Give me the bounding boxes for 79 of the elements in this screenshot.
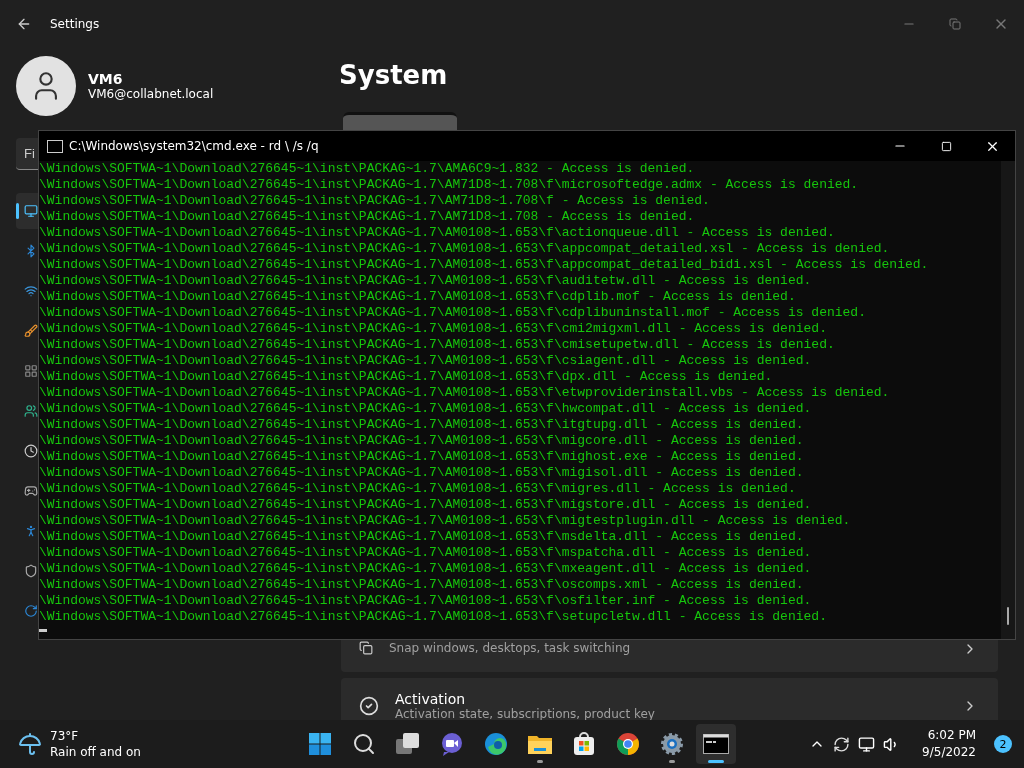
window-title: Settings bbox=[50, 17, 100, 31]
gamepad-icon bbox=[24, 484, 38, 498]
maximize-icon bbox=[940, 140, 952, 152]
chat-icon bbox=[440, 732, 464, 756]
umbrella-icon[interactable] bbox=[18, 732, 42, 756]
windows-icon bbox=[359, 641, 373, 655]
person-icon bbox=[24, 524, 38, 538]
user-email: VM6@collabnet.local bbox=[88, 87, 214, 101]
console-line: \Windows\SOFTWA~1\Download\276645~1\inst\PACKAG~1.7\AM0108~1.653\f\migisol.dll - Access is denied. bbox=[39, 465, 805, 481]
console-line: \Windows\SOFTWA~1\Download\276645~1\inst\PACKAG~1.7\AM0108~1.653\f\hwcompat.dll - Access is denied. bbox=[39, 401, 813, 417]
console-line: \Windows\SOFTWA~1\Download\276645~1\inst\PACKAG~1.7\AM0108~1.653\f\actionqueue.dll - Access is denied. bbox=[39, 225, 836, 241]
network-icon[interactable] bbox=[858, 735, 876, 753]
terminal-icon bbox=[703, 734, 729, 754]
sync-icon[interactable] bbox=[833, 735, 851, 753]
edge-icon bbox=[484, 732, 508, 756]
clock-icon bbox=[24, 444, 38, 458]
console-line: \Windows\SOFTWA~1\Download\276645~1\inst\PACKAG~1.7\AM0108~1.653\f\appcompat_detailed.xsl - Access is denied. bbox=[39, 241, 891, 257]
console-line: \Windows\SOFTWA~1\Download\276645~1\inst\PACKAG~1.7\AM0108~1.653\f\oscomps.xml - Access is denied. bbox=[39, 577, 805, 593]
shield-icon bbox=[24, 564, 38, 578]
card-subtitle: Snap windows, desktops, task switching bbox=[389, 641, 632, 655]
page-title: System bbox=[339, 62, 448, 88]
people-icon bbox=[24, 404, 38, 418]
console-line: \Windows\SOFTWA~1\Download\276645~1\inst\PACKAG~1.7\AM0108~1.653\f\itgtupg.dll - Access is denied. bbox=[39, 417, 805, 433]
console-line: \Windows\SOFTWA~1\Download\276645~1\inst\PACKAG~1.7\AM71D8~1.708\f - Access is denied. bbox=[39, 193, 711, 209]
settings-card[interactable]: Activation Activation state, subscriptions, product key bbox=[341, 678, 998, 720]
console-line: \Windows\SOFTWA~1\Download\276645~1\inst\PACKAG~1.7\AM0108~1.653\f\csiagent.dll - Access is denied. bbox=[39, 353, 813, 369]
console-line: \Windows\SOFTWA~1\Download\276645~1\inst\PACKAG~1.7\AM0108~1.653\f\migtestplugin.dll - Access is denied. bbox=[39, 513, 852, 529]
card-title: Activation bbox=[395, 691, 467, 707]
temperature: 73°F bbox=[50, 728, 80, 744]
console-line: \Windows\SOFTWA~1\Download\276645~1\inst\PACKAG~1.7\AM71D8~1.708 - Access is denied. bbox=[39, 209, 696, 225]
console-line: \Windows\SOFTWA~1\Download\276645~1\inst\PACKAG~1.7\AM0108~1.653\f\setupcletw.dll - Access is denied. bbox=[39, 609, 828, 625]
brush-icon bbox=[24, 324, 38, 338]
console-line: \Windows\SOFTWA~1\Download\276645~1\inst\PACKAG~1.7\AM0108~1.653\f\mspatcha.dll - Access is denied. bbox=[39, 545, 813, 561]
console-line: \Windows\SOFTWA~1\Download\276645~1\inst\PACKAG~1.7\AM0108~1.653\f\mighost.exe - Access is denied. bbox=[39, 449, 805, 465]
console-line: \Windows\SOFTWA~1\Download\276645~1\inst\PACKAG~1.7\AM0108~1.653\f\cdplib.mof - Access is denied. bbox=[39, 289, 797, 305]
check-circle-icon bbox=[359, 696, 379, 716]
text-cursor bbox=[39, 629, 47, 632]
task-view-icon bbox=[396, 733, 420, 755]
search-field[interactable]: Fi bbox=[16, 138, 38, 170]
wifi-icon bbox=[24, 284, 38, 298]
notification-badge[interactable]: 2 bbox=[994, 735, 1012, 753]
console-line: \Windows\SOFTWA~1\Download\276645~1\inst\PACKAG~1.7\AM71D8~1.708\f\microsoftedge.admx - Access is denied. bbox=[39, 177, 860, 193]
clock-time[interactable]: 6:02 PM bbox=[927, 727, 976, 744]
card-subtitle: Activation state, subscriptions, product key bbox=[395, 707, 656, 720]
console-icon bbox=[47, 139, 63, 153]
console-line: \Windows\SOFTWA~1\Download\276645~1\inst\PACKAG~1.7\AM0108~1.653\f\cdplibuninstall.mof - Access is denied. bbox=[39, 305, 867, 321]
console-line: \Windows\SOFTWA~1\Download\276645~1\inst\PACKAG~1.7\AM0108~1.653\f\dpx.dll - Access is denied. bbox=[39, 369, 774, 385]
console-line: \Windows\SOFTWA~1\Download\276645~1\inst\PACKAG~1.7\AM0108~1.653\f\osfilter.inf - Access is denied. bbox=[39, 593, 813, 609]
apps-icon bbox=[24, 364, 38, 378]
console-line: \Windows\SOFTWA~1\Download\276645~1\inst\PACKAG~1.7\AM0108~1.653\f\migstore.dll - Access is denied. bbox=[39, 497, 813, 513]
scrollbar[interactable] bbox=[1001, 161, 1015, 639]
console-line: \Windows\SOFTWA~1\Download\276645~1\inst\PACKAG~1.7\AM0108~1.653\f\migcore.dll - Access is denied. bbox=[39, 433, 805, 449]
settings-card[interactable]: Snap windows, desktops, task switching bbox=[341, 640, 998, 672]
console-line: \Windows\SOFTWA~1\Download\276645~1\inst\PACKAG~1.7\AM0108~1.653\f\etwproviderinstall.vbs - Access is denied. bbox=[39, 385, 891, 401]
search-icon bbox=[352, 732, 376, 756]
folder-icon bbox=[527, 733, 553, 755]
back-icon[interactable] bbox=[16, 16, 32, 32]
console-line: \Windows\SOFTWA~1\Download\276645~1\inst\PACKAG~1.7\AM0108~1.653\f\auditetw.dll - Access is denied. bbox=[39, 273, 813, 289]
clock-date[interactable]: 9/5/2022 bbox=[922, 744, 976, 761]
restore-icon bbox=[949, 18, 961, 30]
windows-logo-icon bbox=[308, 732, 332, 756]
nav-item[interactable] bbox=[16, 193, 38, 229]
gear-icon bbox=[660, 732, 684, 756]
console-line: \Windows\SOFTWA~1\Download\276645~1\inst\PACKAG~1.7\AM0108~1.653\f\appcompat_detailed_bidi.xsl - Access is denied. bbox=[39, 257, 930, 273]
console-line: \Windows\SOFTWA~1\Download\276645~1\inst\PACKAG~1.7\AM0108~1.653\f\cmisetupetw.dll - Access is denied. bbox=[39, 337, 836, 353]
console-line: \Windows\SOFTWA~1\Download\276645~1\inst\PACKAG~1.7\AM0108~1.653\f\msdelta.dll - Access is denied. bbox=[39, 529, 805, 545]
avatar bbox=[16, 56, 76, 116]
console-line: \Windows\SOFTWA~1\Download\276645~1\inst\PACKAG~1.7\AM0108~1.653\f\mxeagent.dll - Access is denied. bbox=[39, 561, 813, 577]
chrome-icon bbox=[616, 732, 640, 756]
console-line: \Windows\SOFTWA~1\Download\276645~1\inst\PACKAG~1.7\AM0108~1.653\f\migres.dll - Access is denied. bbox=[39, 481, 797, 497]
store-icon bbox=[572, 732, 596, 756]
console-line: \Windows\SOFTWA~1\Download\276645~1\inst\PACKAG~1.7\AMA6C9~1.832 - Access is denied. bbox=[39, 161, 696, 177]
monitor-icon bbox=[24, 204, 38, 218]
cmd-title: C:\Windows\system32\cmd.exe - rd \ /s /q bbox=[69, 139, 319, 153]
user-name: VM6 bbox=[88, 71, 124, 87]
update-icon bbox=[24, 604, 38, 618]
console-line: \Windows\SOFTWA~1\Download\276645~1\inst\PACKAG~1.7\AM0108~1.653\f\cmi2migxml.dll - Access is denied. bbox=[39, 321, 828, 337]
weather-condition: Rain off and on bbox=[50, 744, 141, 760]
taskbar-app[interactable] bbox=[696, 724, 736, 764]
